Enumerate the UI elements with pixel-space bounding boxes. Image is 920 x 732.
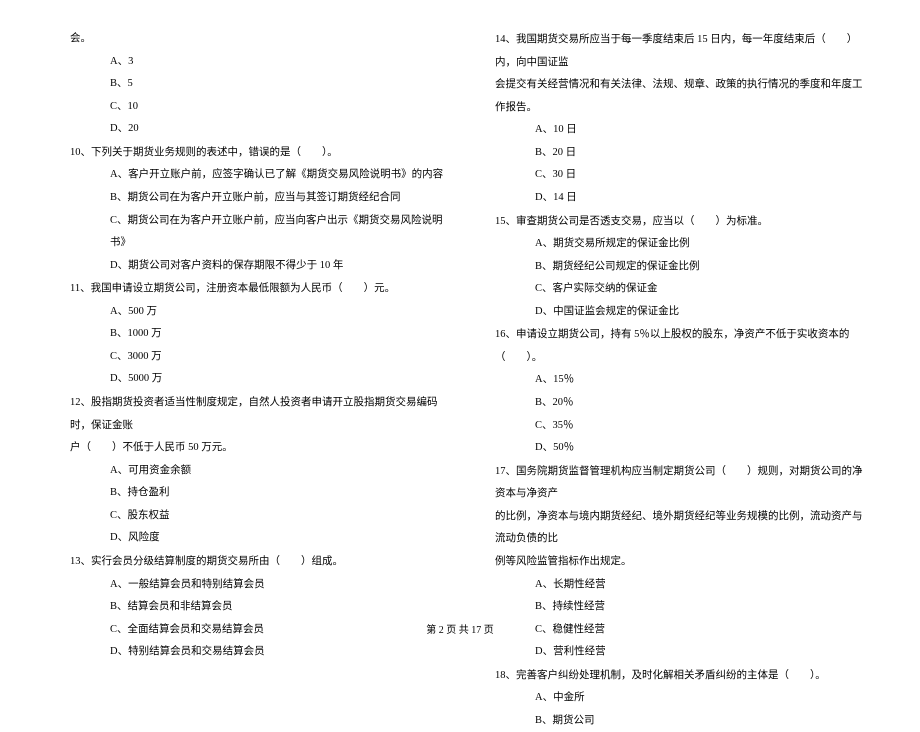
q15-option-d: D、中国证监会规定的保证金比 <box>495 301 870 324</box>
q13-option-d: D、特别结算会员和交易结算会员 <box>70 641 445 664</box>
q11-option-a: A、500 万 <box>70 301 445 324</box>
q15-stem: 15、审查期货公司是否透支交易，应当以（ ）为标准。 <box>495 211 870 234</box>
q16-option-b: B、20％ <box>495 392 870 415</box>
q13-option-b: B、结算会员和非结算会员 <box>70 596 445 619</box>
q15-option-a: A、期货交易所规定的保证金比例 <box>495 233 870 256</box>
q17-stem-line2: 的比例，净资本与境内期货经纪、境外期货经纪等业务规模的比例，流动资产与流动负债的… <box>495 506 870 551</box>
q15-option-c: C、客户实际交纳的保证金 <box>495 278 870 301</box>
q11-stem: 11、我国申请设立期货公司，注册资本最低限额为人民币（ ）元。 <box>70 278 445 301</box>
q10-option-b: B、期货公司在为客户开立账户前，应当与其签订期货经纪合同 <box>70 187 445 210</box>
q14-option-b: B、20 日 <box>495 142 870 165</box>
q14-option-a: A、10 日 <box>495 119 870 142</box>
q10-option-a: A、客户开立账户前，应签字确认已了解《期货交易风险说明书》的内容 <box>70 164 445 187</box>
q14-option-d: D、14 日 <box>495 187 870 210</box>
q9-option-a: A、3 <box>70 51 445 74</box>
q17-stem-line1: 17、国务院期货监督管理机构应当制定期货公司（ ）规则，对期货公司的净资本与净资… <box>495 461 870 506</box>
q16-option-a: A、15％ <box>495 369 870 392</box>
q12-stem-line2: 户（ ）不低于人民币 50 万元。 <box>70 437 445 460</box>
q11-option-c: C、3000 万 <box>70 346 445 369</box>
q16-stem: 16、申请设立期货公司，持有 5％以上股权的股东，净资产不低于实收资本的（ ）。 <box>495 324 870 369</box>
q18-option-a: A、中金所 <box>495 687 870 710</box>
q13-option-a: A、一般结算会员和特别结算会员 <box>70 574 445 597</box>
q17-option-d: D、营利性经营 <box>495 641 870 664</box>
q17-option-b: B、持续性经营 <box>495 596 870 619</box>
q10-option-d: D、期货公司对客户资料的保存期限不得少于 10 年 <box>70 255 445 278</box>
q10-stem: 10、下列关于期货业务规则的表述中，错误的是（ ）。 <box>70 142 445 165</box>
page-footer: 第 2 页 共 17 页 <box>0 621 920 636</box>
q13-stem: 13、实行会员分级结算制度的期货交易所由（ ）组成。 <box>70 551 445 574</box>
q14-stem-line2: 会提交有关经营情况和有关法律、法规、规章、政策的执行情况的季度和年度工作报告。 <box>495 74 870 119</box>
q18-stem: 18、完善客户纠纷处理机制，及时化解相关矛盾纠纷的主体是（ ）。 <box>495 665 870 688</box>
q9-option-b: B、5 <box>70 73 445 96</box>
q9-option-c: C、10 <box>70 96 445 119</box>
q10-option-c: C、期货公司在为客户开立账户前，应当向客户出示《期货交易风险说明书》 <box>70 210 445 255</box>
q16-option-c: C、35％ <box>495 415 870 438</box>
q9-option-d: D、20 <box>70 118 445 141</box>
q14-option-c: C、30 日 <box>495 164 870 187</box>
q12-stem-line1: 12、股指期货投资者适当性制度规定，自然人投资者申请开立股指期货交易编码时，保证… <box>70 392 445 437</box>
q17-option-a: A、长期性经营 <box>495 574 870 597</box>
q11-option-b: B、1000 万 <box>70 323 445 346</box>
q12-option-d: D、风险度 <box>70 527 445 550</box>
q16-option-d: D、50％ <box>495 437 870 460</box>
q11-option-d: D、5000 万 <box>70 368 445 391</box>
prev-question-fragment: 会。 <box>70 28 445 51</box>
q17-stem-line3: 例等风险监管指标作出规定。 <box>495 551 870 574</box>
q18-option-b: B、期货公司 <box>495 710 870 732</box>
q15-option-b: B、期货经纪公司规定的保证金比例 <box>495 256 870 279</box>
q14-stem-line1: 14、我国期货交易所应当于每一季度结束后 15 日内，每一年度结束后（ ）内，向… <box>495 29 870 74</box>
q12-option-c: C、股东权益 <box>70 505 445 528</box>
q12-option-b: B、持仓盈利 <box>70 482 445 505</box>
q12-option-a: A、可用资金余额 <box>70 460 445 483</box>
